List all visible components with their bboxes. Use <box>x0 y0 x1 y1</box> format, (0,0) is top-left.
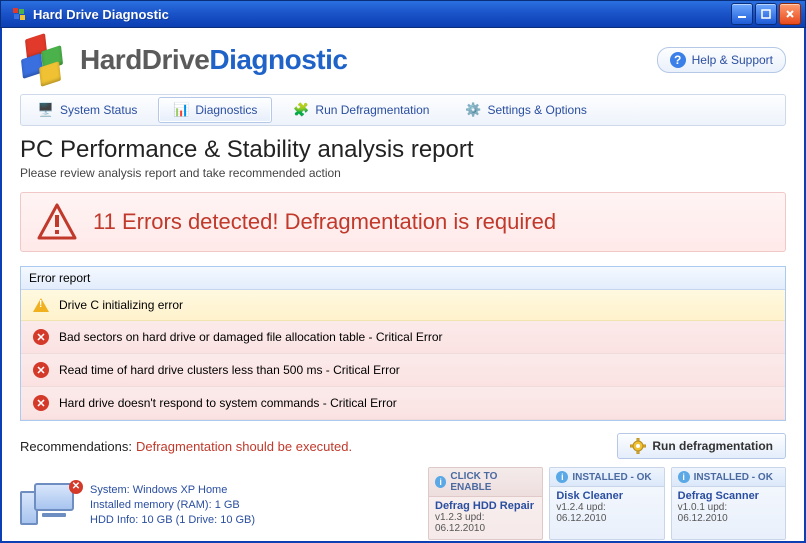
recommendations-text: Defragmentation should be executed. <box>136 439 617 454</box>
module-name: Defrag HDD Repair <box>435 500 536 512</box>
module-status: INSTALLED - OK <box>572 472 651 483</box>
nav-system-status[interactable]: 🖥️ System Status <box>23 97 152 123</box>
error-text: Read time of hard drive clusters less th… <box>59 363 400 377</box>
module-name: Defrag Scanner <box>678 490 779 502</box>
help-label: Help & Support <box>692 53 773 67</box>
header: HardDriveDiagnostic ? Help & Support <box>2 28 804 86</box>
nav-run-defragmentation[interactable]: 🧩 Run Defragmentation <box>278 97 444 123</box>
brand-part2: Diagnostic <box>209 44 347 75</box>
nav-diagnostics[interactable]: 📊 Diagnostics <box>158 97 272 123</box>
brand-part1: HardDrive <box>80 44 209 75</box>
nav-label: Run Defragmentation <box>315 103 429 117</box>
chart-icon: 📊 <box>173 102 189 118</box>
system-ram: Installed memory (RAM): 1 GB <box>90 498 255 513</box>
error-report-header: Error report <box>21 267 785 290</box>
run-defragmentation-button[interactable]: Run defragmentation <box>617 433 786 459</box>
close-button[interactable] <box>779 3 801 25</box>
module-name: Disk Cleaner <box>556 490 657 502</box>
info-icon: i <box>556 471 568 483</box>
error-icon: ✕ <box>33 362 49 378</box>
recommendations-row: Recommendations: Defragmentation should … <box>20 433 786 459</box>
error-icon: ✕ <box>33 329 49 345</box>
maximize-button[interactable] <box>755 3 777 25</box>
error-row: Drive C initializing error <box>21 290 785 321</box>
error-badge-icon: ✕ <box>69 480 83 494</box>
app-icon <box>11 6 27 22</box>
error-alert-banner: 11 Errors detected! Defragmentation is r… <box>20 192 786 252</box>
module-card[interactable]: i CLICK TO ENABLE Defrag HDD Repair v1.2.… <box>428 467 543 540</box>
nav-tabs: 🖥️ System Status 📊 Diagnostics 🧩 Run Def… <box>20 94 786 126</box>
brand-text: HardDriveDiagnostic <box>80 44 347 76</box>
logo-icon <box>20 34 72 86</box>
module-status: CLICK TO ENABLE <box>450 471 536 493</box>
info-icon: i <box>678 471 690 483</box>
page-title: PC Performance & Stability analysis repo… <box>20 136 786 164</box>
error-text: Hard drive doesn't respond to system com… <box>59 396 397 410</box>
error-row: ✕ Bad sectors on hard drive or damaged f… <box>21 321 785 354</box>
help-support-button[interactable]: ? Help & Support <box>657 47 786 73</box>
module-version: v1.0.1 upd: 06.12.2010 <box>678 502 779 524</box>
module-status: INSTALLED - OK <box>694 472 773 483</box>
computer-icon: ✕ <box>20 483 80 529</box>
warning-icon <box>33 298 49 312</box>
run-defrag-label: Run defragmentation <box>652 439 773 453</box>
nav-label: System Status <box>60 103 137 117</box>
alert-text: 11 Errors detected! Defragmentation is r… <box>93 209 556 235</box>
info-icon: i <box>435 476 446 488</box>
help-icon: ? <box>670 52 686 68</box>
page-subtitle: Please review analysis report and take r… <box>20 166 786 180</box>
error-row: ✕ Read time of hard drive clusters less … <box>21 354 785 387</box>
recommendations-label: Recommendations: <box>20 439 132 454</box>
window-title: Hard Drive Diagnostic <box>33 7 729 22</box>
module-card[interactable]: i INSTALLED - OK Defrag Scanner v1.0.1 up… <box>671 467 786 540</box>
module-version: v1.2.4 upd: 06.12.2010 <box>556 502 657 524</box>
gear-icon: ⚙️ <box>465 102 481 118</box>
error-icon: ✕ <box>33 395 49 411</box>
system-info: ✕ System: Windows XP Home Installed memo… <box>20 467 420 540</box>
module-card[interactable]: i INSTALLED - OK Disk Cleaner v1.2.4 upd:… <box>549 467 664 540</box>
gear-icon <box>630 438 646 454</box>
module-version: v1.2.3 upd: 06.12.2010 <box>435 512 536 534</box>
nav-label: Diagnostics <box>195 103 257 117</box>
error-row: ✕ Hard drive doesn't respond to system c… <box>21 387 785 420</box>
error-text: Drive C initializing error <box>59 298 183 312</box>
error-text: Bad sectors on hard drive or damaged fil… <box>59 330 443 344</box>
error-report-panel: Error report Drive C initializing error … <box>20 266 786 421</box>
window-body: HardDriveDiagnostic ? Help & Support 🖥️ … <box>0 28 806 543</box>
nav-label: Settings & Options <box>487 103 586 117</box>
bottom-panel: ✕ System: Windows XP Home Installed memo… <box>20 467 786 540</box>
defrag-icon: 🧩 <box>293 102 309 118</box>
minimize-button[interactable] <box>731 3 753 25</box>
main-content: PC Performance & Stability analysis repo… <box>2 126 804 541</box>
warning-triangle-icon <box>37 203 77 241</box>
system-hdd: HDD Info: 10 GB (1 Drive: 10 GB) <box>90 513 255 528</box>
error-report-list[interactable]: Drive C initializing error ✕ Bad sectors… <box>21 290 785 420</box>
nav-settings-options[interactable]: ⚙️ Settings & Options <box>450 97 601 123</box>
system-os: System: Windows XP Home <box>90 483 255 498</box>
monitor-icon: 🖥️ <box>38 102 54 118</box>
titlebar: Hard Drive Diagnostic <box>0 0 806 28</box>
modules-list: i CLICK TO ENABLE Defrag HDD Repair v1.2.… <box>428 467 786 540</box>
